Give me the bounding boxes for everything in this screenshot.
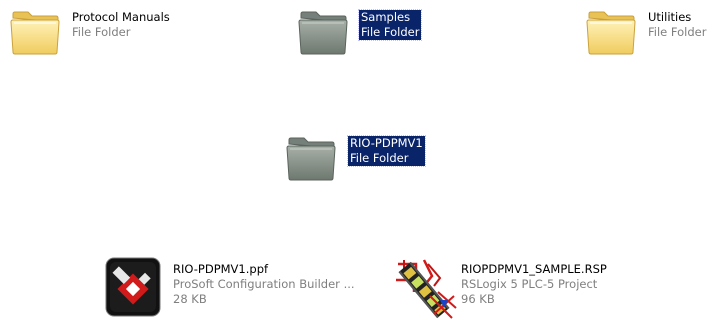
- item-name: RIO-PDPMV1.ppf: [173, 262, 269, 276]
- folder-label-selected[interactable]: Samples File Folder: [357, 9, 423, 41]
- folder-icon[interactable]: [8, 4, 62, 58]
- item-type: File Folder: [648, 25, 707, 39]
- item-type: RSLogix 5 PLC-5 Project: [461, 277, 598, 291]
- item-name: RIO-PDPMV1: [350, 136, 423, 150]
- item-type: File Folder: [361, 25, 420, 39]
- folder-icon[interactable]: [296, 4, 350, 58]
- folder-label[interactable]: Utilities File Folder: [648, 10, 706, 40]
- file-label[interactable]: RIOPDPMV1_SAMPLE.RSP RSLogix 5 PLC-5 Pro…: [461, 262, 607, 307]
- folder-icon[interactable]: [284, 130, 338, 184]
- file-label[interactable]: RIO-PDPMV1.ppf ProSoft Configuration Bui…: [173, 262, 355, 307]
- prosoft-config-file-icon[interactable]: [104, 256, 164, 318]
- item-size: 28 KB: [173, 292, 207, 306]
- item-type: File Folder: [350, 151, 409, 165]
- folder-label-selected[interactable]: RIO-PDPMV1 File Folder: [347, 135, 426, 167]
- folder-icon[interactable]: [584, 4, 638, 58]
- item-name: RIOPDPMV1_SAMPLE.RSP: [461, 262, 607, 276]
- item-name: Utilities: [648, 10, 692, 24]
- item-type: File Folder: [72, 25, 131, 39]
- rslogix-project-icon[interactable]: [394, 256, 458, 320]
- item-size: 96 KB: [461, 292, 495, 306]
- folder-label[interactable]: Protocol Manuals File Folder: [72, 10, 170, 40]
- item-name: Protocol Manuals: [72, 10, 170, 24]
- item-name: Samples: [361, 10, 411, 24]
- item-type: ProSoft Configuration Builder ...: [173, 277, 355, 291]
